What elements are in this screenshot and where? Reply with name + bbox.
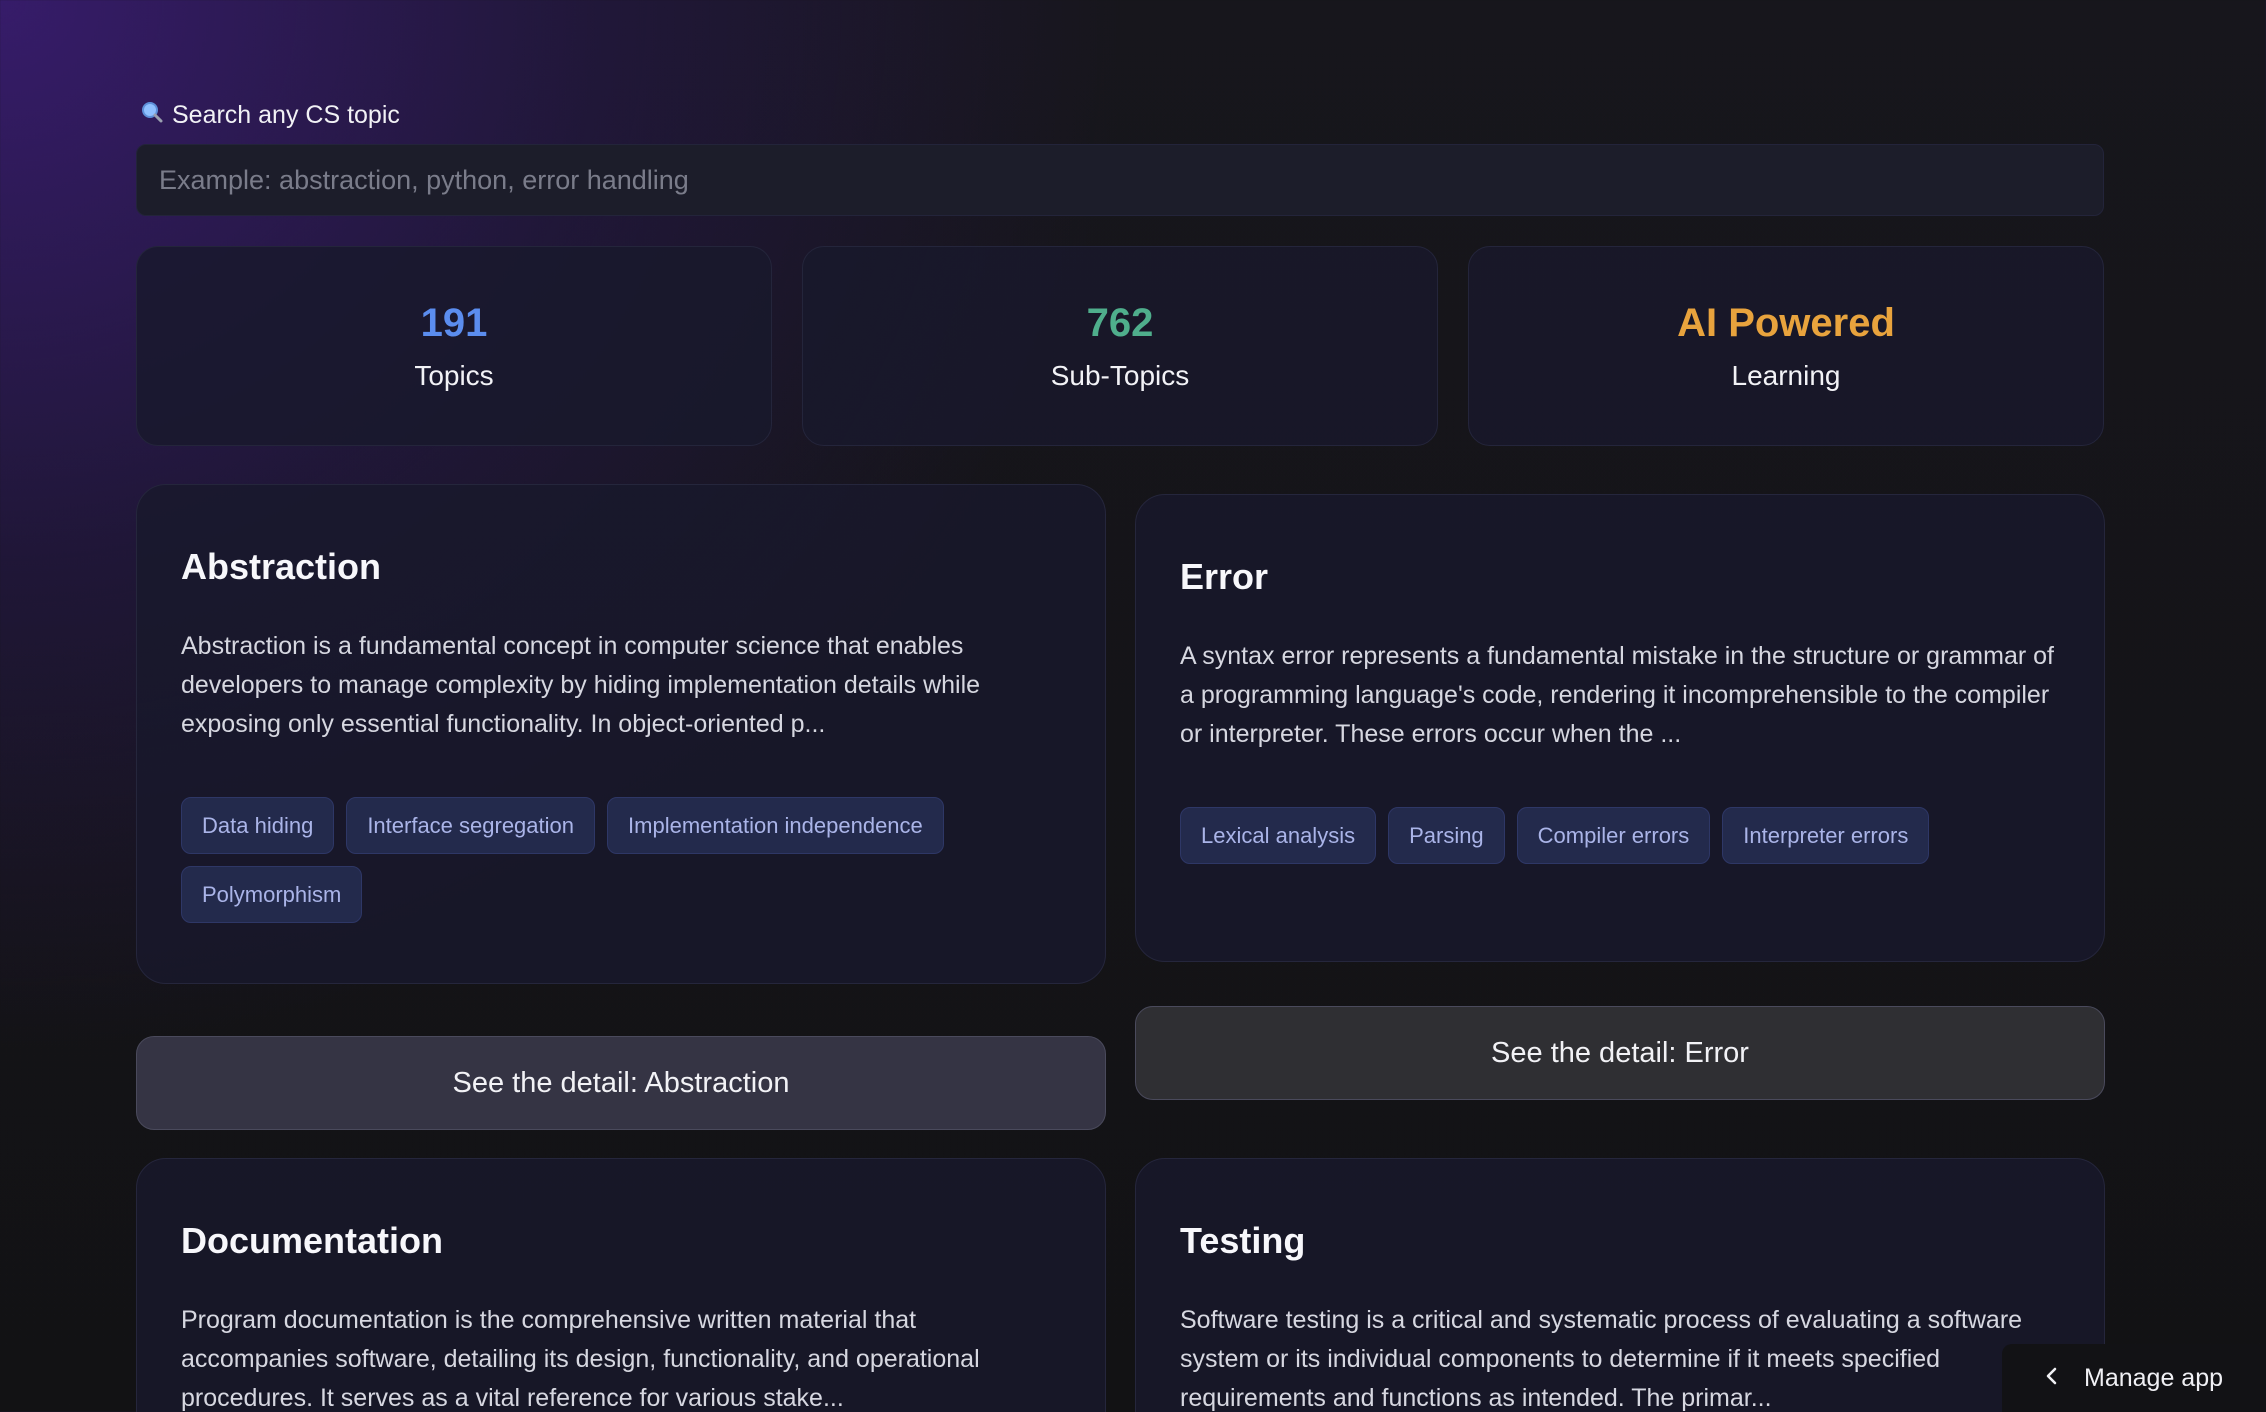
see-detail-abstraction-button[interactable]: See the detail: Abstraction xyxy=(136,1036,1106,1130)
stat-label: Learning xyxy=(1731,360,1841,391)
manage-app-button[interactable]: Manage app xyxy=(2002,1344,2266,1412)
stat-card-topics: 191 Sub-Topics Topics xyxy=(136,246,772,446)
search-input[interactable] xyxy=(136,144,2104,216)
stat-value: 762 xyxy=(1086,301,1154,345)
topic-title: Abstraction xyxy=(181,546,382,587)
search-label: Search any CS topic xyxy=(140,100,400,130)
topic-description: A syntax error represents a fundamental … xyxy=(1180,642,2054,748)
topic-card-error: Error A syntax error represents a fundam… xyxy=(1135,494,2105,962)
topic-description: Program documentation is the comprehensi… xyxy=(181,1306,980,1412)
tag: Data hiding xyxy=(181,797,335,854)
stat-card-ai: AI Powered Learning xyxy=(1468,246,2104,446)
topic-card-abstraction: Abstraction Abstraction is a fundamental… xyxy=(136,484,1106,984)
tag: Parsing xyxy=(1388,807,1505,864)
topic-title: Testing xyxy=(1180,1220,1306,1261)
tag-list: Data hiding Interface segregation Implem… xyxy=(181,797,981,923)
tag: Implementation independence xyxy=(607,797,944,854)
topic-title: Documentation xyxy=(181,1220,444,1261)
tag: Polymorphism xyxy=(181,866,363,923)
chevron-left-icon xyxy=(2042,1364,2062,1393)
topic-title: Error xyxy=(1180,556,1269,597)
tag-list: Lexical analysis Parsing Compiler errors… xyxy=(1180,807,2060,864)
stat-label: Sub-Topics xyxy=(1050,360,1190,391)
topic-card-documentation: Documentation Program documentation is t… xyxy=(136,1158,1106,1412)
magnifier-icon xyxy=(140,100,164,130)
stat-value: 191 xyxy=(420,301,488,345)
topic-card-testing: Testing Software testing is a critical a… xyxy=(1135,1158,2105,1412)
manage-app-label: Manage app xyxy=(2084,1363,2224,1392)
tag: Compiler errors xyxy=(1516,807,1711,864)
stat-label: Topics xyxy=(414,360,494,391)
search-label-text: Search any CS topic xyxy=(172,100,400,129)
tag: Interface segregation xyxy=(346,797,596,854)
see-detail-error-button[interactable]: See the detail: Error xyxy=(1135,1006,2105,1100)
tag: Lexical analysis xyxy=(1180,807,1377,864)
stat-value: AI Powered xyxy=(1677,301,1895,345)
topic-description: Abstraction is a fundamental concept in … xyxy=(181,632,981,738)
tag: Interpreter errors xyxy=(1722,807,1930,864)
topic-description: Software testing is a critical and syste… xyxy=(1180,1306,2023,1412)
stat-card-subtopics: 762 Sub-Topics xyxy=(802,246,1438,446)
